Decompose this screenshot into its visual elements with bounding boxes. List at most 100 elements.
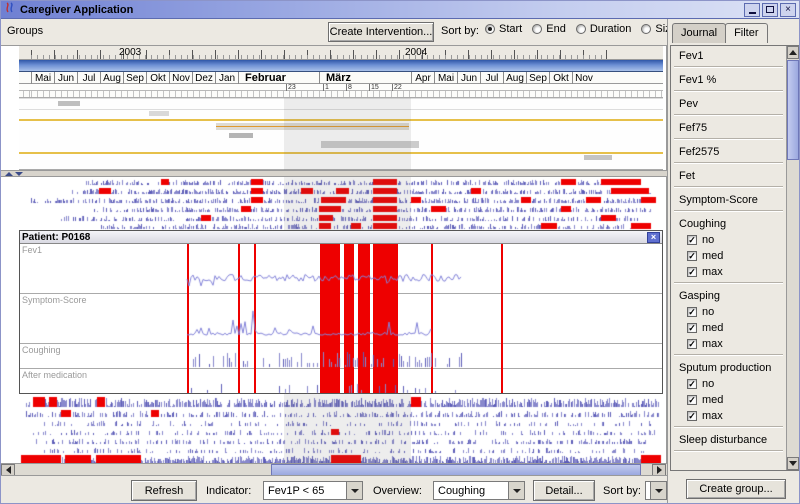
patient-row-chart[interactable] (20, 344, 662, 368)
combo-arrow-button[interactable] (508, 482, 524, 499)
intervention-bar[interactable] (584, 155, 612, 160)
filter-option-med[interactable]: ✓med (671, 248, 786, 264)
checkbox-icon[interactable]: ✓ (687, 411, 697, 421)
filter-option-max[interactable]: ✓max (671, 408, 786, 424)
filter-option-no[interactable]: ✓no (671, 376, 786, 392)
maximize-button[interactable] (762, 3, 778, 17)
patient-row-fev1[interactable]: Fev1 (20, 244, 662, 294)
intervention-gantt[interactable] (19, 98, 663, 170)
filter-scrollbar[interactable] (786, 46, 799, 470)
indicator-value: Fev1P < 65 (264, 485, 346, 497)
create-group-button[interactable]: Create group... (686, 479, 786, 499)
intervention-line[interactable] (19, 152, 663, 154)
close-button[interactable]: × (780, 3, 796, 17)
create-intervention-button[interactable]: Create Intervention... (328, 22, 434, 42)
filter-option-no[interactable]: ✓no (671, 304, 786, 320)
filter-section-fev1[interactable]: Fev1 (671, 46, 786, 64)
detail-button[interactable]: Detail... (533, 480, 595, 501)
month-cell[interactable]: Aug (503, 72, 526, 84)
month-cell[interactable]: Nov (572, 72, 595, 84)
combo-arrow-button[interactable] (346, 482, 362, 499)
patient-overview-strips-bottom[interactable] (19, 394, 663, 463)
patient-row-chart[interactable] (20, 294, 662, 343)
month-cell[interactable]: Februar (238, 72, 319, 84)
filter-section-sleep-disturbance[interactable]: Sleep disturbance (671, 430, 786, 448)
month-cell[interactable]: Mai (31, 72, 54, 84)
scroll-up-button[interactable] (787, 46, 799, 59)
month-cell[interactable]: Okt (146, 72, 169, 84)
checkbox-icon[interactable]: ✓ (687, 339, 697, 349)
timewheel-bar[interactable] (19, 60, 663, 72)
filter-scroll-thumb[interactable] (787, 60, 799, 160)
checkbox-icon[interactable]: ✓ (687, 235, 697, 245)
filter-section-fev1-[interactable]: Fev1 % (671, 70, 786, 88)
month-cell[interactable]: Mai (434, 72, 457, 84)
sort-by-select[interactable] (645, 481, 667, 500)
month-cell[interactable]: Apr (411, 72, 434, 84)
filter-option-med[interactable]: ✓med (671, 320, 786, 336)
intervention-line[interactable] (19, 119, 663, 121)
filter-section-symptom-score[interactable]: Symptom-Score (671, 190, 786, 208)
filter-section-fef75[interactable]: Fef75 (671, 118, 786, 136)
filter-section-fet[interactable]: Fet (671, 166, 786, 184)
patient-row-chart[interactable] (20, 369, 662, 394)
checkbox-icon[interactable]: ✓ (687, 323, 697, 333)
patient-row-after-medication[interactable]: After medication (20, 369, 662, 395)
overview-select[interactable]: Coughing (433, 481, 525, 500)
tab-filter[interactable]: Filter (725, 23, 767, 43)
filter-section-sputum-production[interactable]: Sputum production (671, 358, 786, 376)
checkbox-icon[interactable]: ✓ (687, 395, 697, 405)
tab-journal[interactable]: Journal (672, 23, 726, 43)
filter-section-coughing[interactable]: Coughing (671, 214, 786, 232)
split-divider[interactable] (1, 170, 667, 177)
patient-overview-strips-top[interactable] (19, 177, 663, 230)
collapse-down-icon[interactable] (15, 172, 23, 176)
indicator-select[interactable]: Fev1P < 65 (263, 481, 363, 500)
filter-option-no[interactable]: ✓no (671, 232, 786, 248)
sort-radio-end[interactable]: End (532, 23, 566, 35)
patient-row-chart[interactable] (20, 244, 662, 293)
filter-section-gasping[interactable]: Gasping (671, 286, 786, 304)
scroll-down-button[interactable] (787, 457, 799, 470)
patient-panel-close-button[interactable]: × (647, 232, 660, 243)
intervention-bar[interactable] (229, 133, 253, 138)
checkbox-icon[interactable]: ✓ (687, 267, 697, 277)
month-cell[interactable]: Nov (169, 72, 192, 84)
filter-option-max[interactable]: ✓max (671, 336, 786, 352)
checkbox-icon[interactable]: ✓ (687, 379, 697, 389)
month-cell[interactable]: Aug (100, 72, 123, 84)
radio-label: End (546, 23, 566, 35)
month-cell[interactable]: Dez (192, 72, 215, 84)
patient-row-symptom-score[interactable]: Symptom-Score (20, 294, 662, 344)
month-cell[interactable]: März (319, 72, 411, 84)
month-cell[interactable]: Okt (549, 72, 572, 84)
title-bar[interactable]: Caregiver Application × (1, 1, 799, 19)
month-cell[interactable]: Sep (123, 72, 146, 84)
month-cell[interactable]: Jun (54, 72, 77, 84)
month-cell[interactable]: Jun (457, 72, 480, 84)
intervention-bar[interactable] (321, 141, 419, 148)
patient-row-coughing[interactable]: Coughing (20, 344, 662, 369)
month-cell[interactable]: Sep (526, 72, 549, 84)
sort-radio-start[interactable]: Start (485, 23, 522, 35)
intervention-bar[interactable] (216, 126, 409, 127)
timeline-ruler[interactable]: 2003 2004 (19, 46, 663, 60)
month-cell[interactable]: Jul (480, 72, 503, 84)
checkbox-icon[interactable]: ✓ (687, 307, 697, 317)
filter-section-pev[interactable]: Pev (671, 94, 786, 112)
month-cell[interactable]: Jul (77, 72, 100, 84)
filter-option-med[interactable]: ✓med (671, 392, 786, 408)
combo-arrow-button[interactable] (650, 482, 666, 499)
refresh-button[interactable]: Refresh (131, 480, 197, 501)
section-divider (674, 66, 783, 68)
intervention-bar[interactable] (149, 111, 169, 116)
sort-radio-duration[interactable]: Duration (576, 23, 632, 35)
filter-section-fef2575[interactable]: Fef2575 (671, 142, 786, 160)
month-cell[interactable]: Jan (215, 72, 238, 84)
intervention-bar[interactable] (58, 101, 80, 106)
checkbox-icon[interactable]: ✓ (687, 251, 697, 261)
filter-option-max[interactable]: ✓max (671, 264, 786, 280)
minimize-button[interactable] (744, 3, 760, 17)
collapse-up-icon[interactable] (5, 172, 13, 176)
patient-panel-header[interactable]: Patient: P0168 × (20, 231, 662, 244)
